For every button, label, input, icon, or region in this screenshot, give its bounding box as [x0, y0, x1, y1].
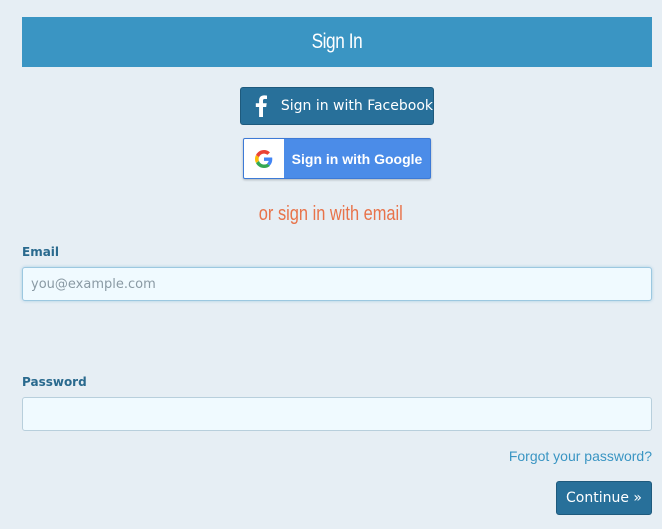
forgot-password-link[interactable]: Forgot your password? [509, 448, 652, 464]
facebook-icon [241, 95, 281, 117]
google-button-label: Sign in with Google [291, 150, 423, 167]
google-icon [244, 139, 284, 178]
password-input[interactable] [22, 397, 652, 431]
sign-in-header: Sign In [22, 17, 652, 67]
google-sign-in-button[interactable]: Sign in with Google [243, 138, 431, 179]
sign-in-page: Sign In Sign in with Facebook Sign in wi… [0, 0, 662, 529]
facebook-button-label: Sign in with Facebook [280, 98, 433, 114]
page-title: Sign In [311, 30, 363, 53]
email-label: Email [22, 245, 60, 259]
facebook-sign-in-button[interactable]: Sign in with Facebook [240, 87, 434, 125]
email-input[interactable] [22, 267, 652, 301]
continue-button[interactable]: Continue » [556, 481, 652, 515]
divider-text: or sign in with email [258, 203, 404, 225]
password-label: Password [22, 375, 87, 389]
email-divider: or sign in with email [0, 203, 662, 226]
